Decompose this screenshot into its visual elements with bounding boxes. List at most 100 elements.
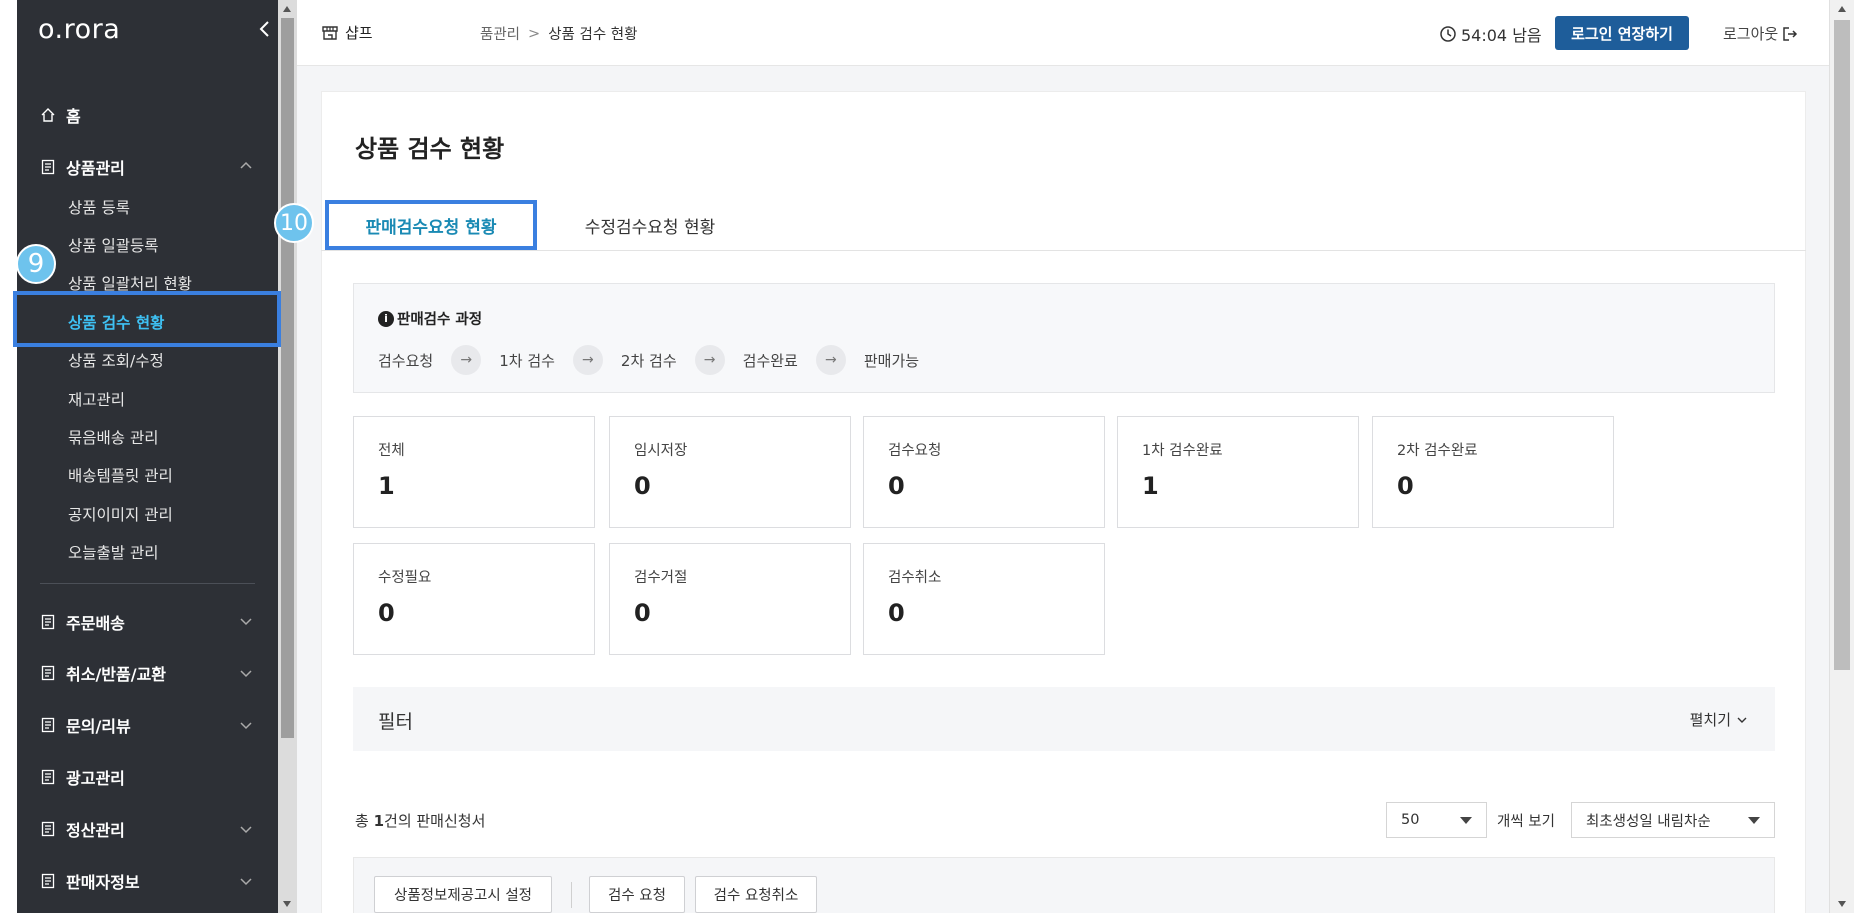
sidebar-item-notice-image[interactable]: 공지이미지 관리 bbox=[68, 503, 173, 525]
scroll-up-icon[interactable] bbox=[283, 6, 291, 12]
filter-expand-button[interactable]: 펼치기 bbox=[1690, 709, 1747, 730]
stat-value: 0 bbox=[1397, 472, 1414, 500]
stat-label: 1차 검수완료 bbox=[1142, 443, 1223, 459]
sidebar-item-bulk-register[interactable]: 상품 일괄등록 bbox=[68, 234, 159, 256]
sidebar-item-shipping-template[interactable]: 배송템플릿 관리 bbox=[68, 464, 173, 486]
logo[interactable]: o.rora bbox=[38, 14, 120, 45]
sidebar-item-settlement[interactable]: 정산관리 bbox=[40, 817, 125, 841]
breadcrumb-parent[interactable]: 품관리 bbox=[480, 23, 520, 44]
stat-card-needs-edit[interactable]: 수정필요 0 bbox=[353, 543, 595, 655]
highlight-box-sidebar bbox=[13, 291, 281, 347]
cancel-inspection-request-button[interactable]: 검수 요청취소 bbox=[695, 876, 817, 913]
document-icon bbox=[40, 821, 56, 837]
stat-label: 검수취소 bbox=[888, 570, 942, 586]
page-size-value: 50 bbox=[1401, 812, 1420, 828]
chevron-down-icon[interactable] bbox=[240, 722, 252, 730]
sidebar-item-ads[interactable]: 광고관리 bbox=[40, 765, 125, 789]
chevron-down-icon[interactable] bbox=[240, 618, 252, 626]
collapse-sidebar-icon[interactable] bbox=[258, 20, 272, 38]
sidebar-item-product-register[interactable]: 상품 등록 bbox=[68, 196, 130, 218]
sidebar-item-orders[interactable]: 주문배송 bbox=[40, 610, 125, 634]
sidebar-item-bundle-shipping[interactable]: 묶음배송 관리 bbox=[68, 426, 159, 448]
stat-card-second-complete[interactable]: 2차 검수완료 0 bbox=[1372, 416, 1614, 528]
document-icon bbox=[40, 717, 56, 733]
tab-sales-inspection[interactable]: 판매검수요청 현황 bbox=[325, 200, 537, 250]
main-scrollbar[interactable] bbox=[1829, 0, 1854, 913]
document-icon bbox=[40, 665, 56, 681]
stat-card-first-complete[interactable]: 1차 검수완료 1 bbox=[1117, 416, 1359, 528]
stat-value: 0 bbox=[634, 472, 651, 500]
stat-card-total[interactable]: 전체 1 bbox=[353, 416, 595, 528]
process-step: 검수완료 bbox=[742, 351, 798, 370]
sidebar-item-inventory[interactable]: 재고관리 bbox=[68, 388, 125, 410]
sidebar-scrollbar[interactable] bbox=[278, 0, 297, 913]
stat-label: 전체 bbox=[378, 443, 405, 459]
stat-label: 수정필요 bbox=[378, 570, 432, 586]
sidebar-divider bbox=[40, 583, 255, 584]
sidebar: o.rora 홈 상품관리 상품 등록 상품 일괄등록 상품 일괄처리 현황 상… bbox=[0, 0, 278, 913]
info-icon: i bbox=[378, 310, 394, 327]
store-icon bbox=[322, 25, 338, 40]
stat-label: 검수거절 bbox=[634, 570, 688, 586]
process-title: i 판매검수 과정 bbox=[378, 308, 482, 329]
sort-value: 최초생성일 내림차순 bbox=[1586, 813, 1711, 830]
total-prefix: 총 bbox=[355, 812, 374, 830]
process-title-text: 판매검수 과정 bbox=[397, 312, 483, 328]
chevron-down-icon[interactable] bbox=[240, 670, 252, 678]
process-step: 1차 검수 bbox=[499, 351, 555, 370]
scrollbar-thumb[interactable] bbox=[281, 18, 294, 738]
filter-title: 필터 bbox=[378, 711, 413, 733]
stat-card-draft[interactable]: 임시저장 0 bbox=[609, 416, 851, 528]
sidebar-item-product-search[interactable]: 상품 조회/수정 bbox=[68, 349, 164, 371]
product-notice-settings-button[interactable]: 상품정보제공고시 설정 bbox=[374, 876, 552, 913]
page-size-select[interactable]: 50 bbox=[1386, 802, 1487, 838]
chevron-down-icon[interactable] bbox=[240, 878, 252, 886]
document-icon bbox=[40, 614, 56, 630]
scroll-down-icon[interactable] bbox=[1838, 901, 1846, 907]
sidebar-item-inquiry-review[interactable]: 문의/리뷰 bbox=[40, 713, 131, 737]
store-name: 샵프 bbox=[345, 24, 373, 42]
scroll-down-icon[interactable] bbox=[283, 901, 291, 907]
stat-label: 검수요청 bbox=[888, 443, 942, 459]
caret-down-icon bbox=[1748, 817, 1760, 824]
stat-card-cancelled[interactable]: 검수취소 0 bbox=[863, 543, 1105, 655]
extend-login-button[interactable]: 로그인 연장하기 bbox=[1555, 16, 1689, 50]
sidebar-item-label: 취소/반품/교환 bbox=[66, 665, 167, 684]
breadcrumb-separator: > bbox=[528, 25, 541, 42]
process-step: 판매가능 bbox=[863, 351, 920, 370]
scrollbar-thumb[interactable] bbox=[1834, 20, 1850, 670]
arrow-right-icon: → bbox=[694, 345, 725, 375]
sidebar-item-label: 문의/리뷰 bbox=[66, 717, 131, 736]
stat-value: 0 bbox=[888, 472, 905, 500]
tab-divider bbox=[321, 250, 1806, 251]
sidebar-item-home[interactable]: 홈 bbox=[40, 103, 81, 127]
stat-card-requested[interactable]: 검수요청 0 bbox=[863, 416, 1105, 528]
chevron-down-icon[interactable] bbox=[240, 826, 252, 834]
total-suffix: 건의 판매신청서 bbox=[384, 812, 486, 830]
process-step: 검수요청 bbox=[378, 351, 434, 370]
caret-down-icon bbox=[1460, 817, 1472, 824]
sidebar-item-seller-info[interactable]: 판매자정보 bbox=[40, 869, 140, 893]
sidebar-item-label: 주문배송 bbox=[66, 614, 125, 633]
action-divider bbox=[571, 882, 572, 908]
scroll-up-icon[interactable] bbox=[1838, 6, 1846, 12]
inspection-process-panel: i 판매검수 과정 검수요청 → 1차 검수 → 2차 검수 → 검수완료 → … bbox=[353, 283, 1775, 393]
chevron-up-icon[interactable] bbox=[240, 161, 252, 169]
logout-button[interactable]: 로그아웃 bbox=[1723, 23, 1798, 44]
sidebar-item-product-management[interactable]: 상품관리 bbox=[40, 155, 125, 179]
logout-label: 로그아웃 bbox=[1723, 25, 1779, 43]
sort-select[interactable]: 최초생성일 내림차순 bbox=[1571, 802, 1775, 838]
breadcrumb-current: 상품 검수 현황 bbox=[548, 27, 638, 43]
arrow-right-icon: → bbox=[451, 345, 482, 375]
stat-value: 0 bbox=[634, 599, 651, 627]
request-inspection-button[interactable]: 검수 요청 bbox=[589, 876, 685, 913]
stat-card-rejected[interactable]: 검수거절 0 bbox=[609, 543, 851, 655]
document-icon bbox=[40, 873, 56, 889]
total-count-text: 총 1건의 판매신청서 bbox=[355, 810, 485, 831]
tab-edit-inspection[interactable]: 수정검수요청 현황 bbox=[555, 200, 745, 250]
sidebar-item-today-shipping[interactable]: 오늘출발 관리 bbox=[68, 541, 159, 563]
header: 샵프 품관리 > 상품 검수 현황 54:04 남음 로그인 연장하기 로그아웃 bbox=[297, 0, 1829, 66]
page-title: 상품 검수 현황 bbox=[355, 135, 505, 163]
sidebar-item-returns[interactable]: 취소/반품/교환 bbox=[40, 661, 166, 685]
store-selector[interactable]: 샵프 bbox=[321, 22, 373, 43]
